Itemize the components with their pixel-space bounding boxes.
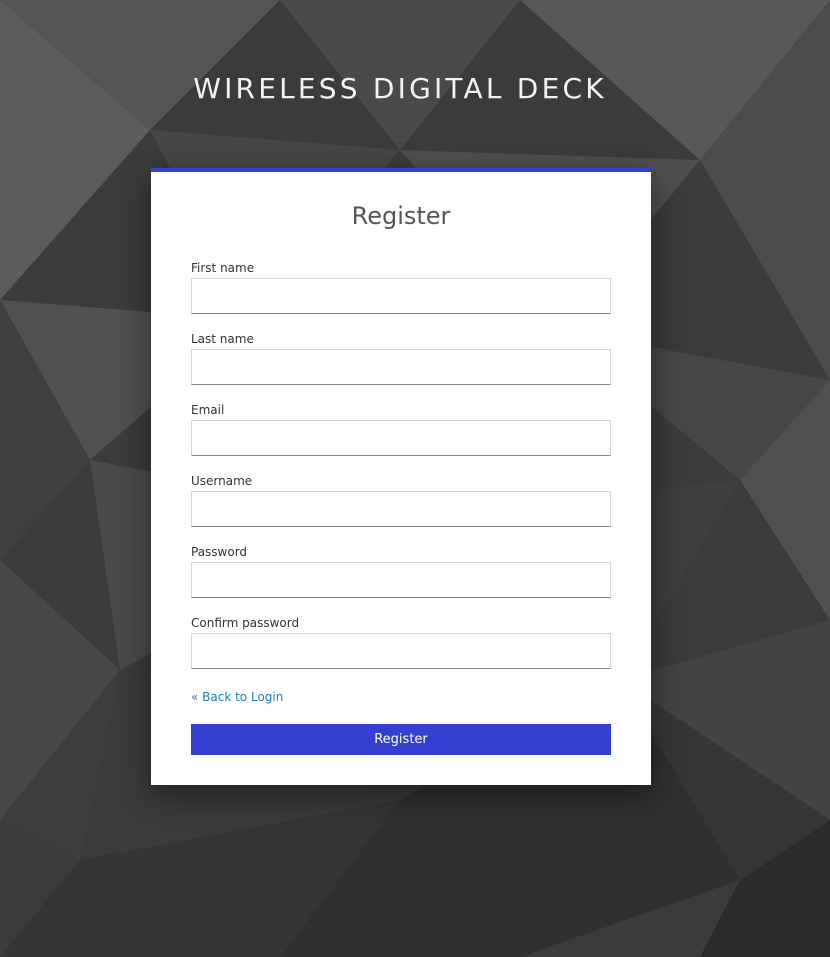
register-card: Register First name Last name Email User… [151,168,651,785]
username-label: Username [191,474,253,488]
first-name-label: First name [191,261,255,275]
register-button[interactable]: Register [191,724,611,755]
password-label: Password [191,545,248,559]
last-name-label: Last name [191,332,254,346]
first-name-input[interactable] [191,278,611,314]
username-input[interactable] [191,491,611,527]
password-input[interactable] [191,562,611,598]
email-label: Email [191,403,225,417]
form-title: Register [351,202,451,230]
email-input[interactable] [191,420,611,456]
site-title: WIRELESS DIGITAL DECK [193,72,607,105]
confirm-password-input[interactable] [191,633,611,669]
last-name-input[interactable] [191,349,611,385]
confirm-password-label: Confirm password [191,616,300,630]
back-to-login-link[interactable]: « Back to Login [191,690,283,704]
